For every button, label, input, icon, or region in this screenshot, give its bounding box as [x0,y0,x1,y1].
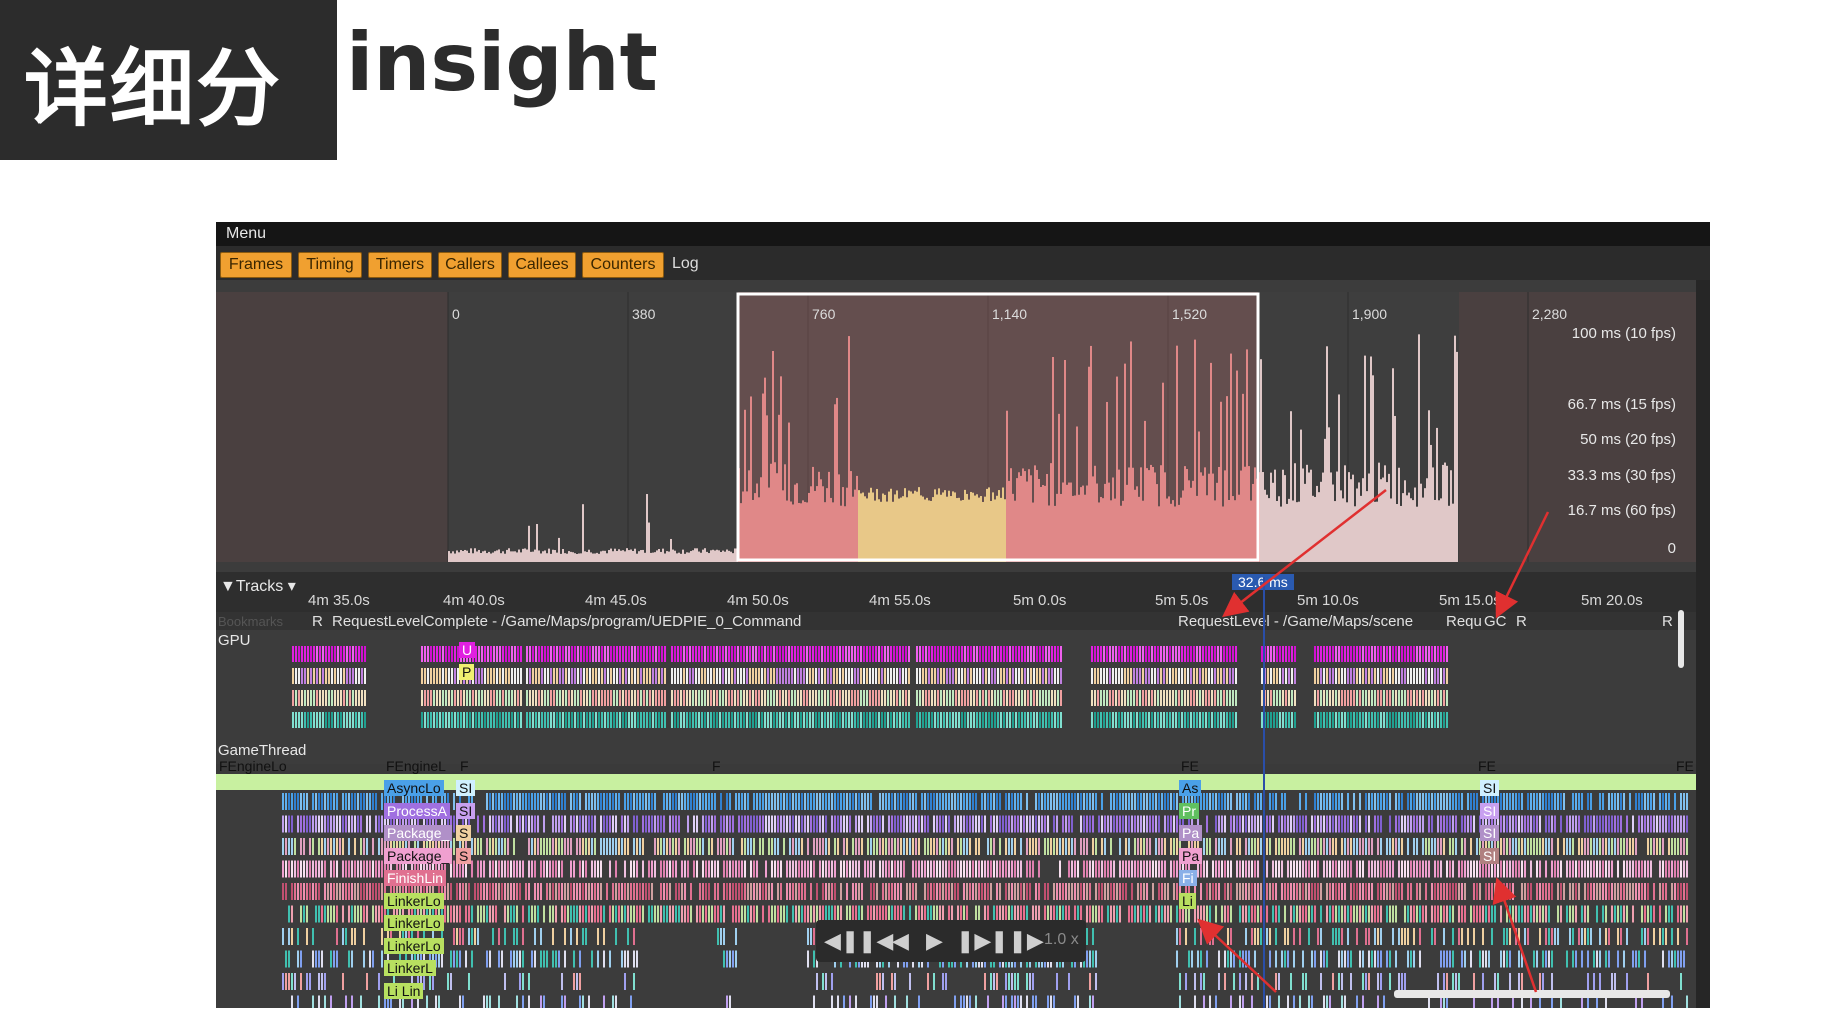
slide-title-en: insight [346,16,658,109]
slide-title-box: 详细分析 [0,0,337,259]
insights-window: Menu Frames Timing Timers Callers Callee… [216,222,1710,1008]
